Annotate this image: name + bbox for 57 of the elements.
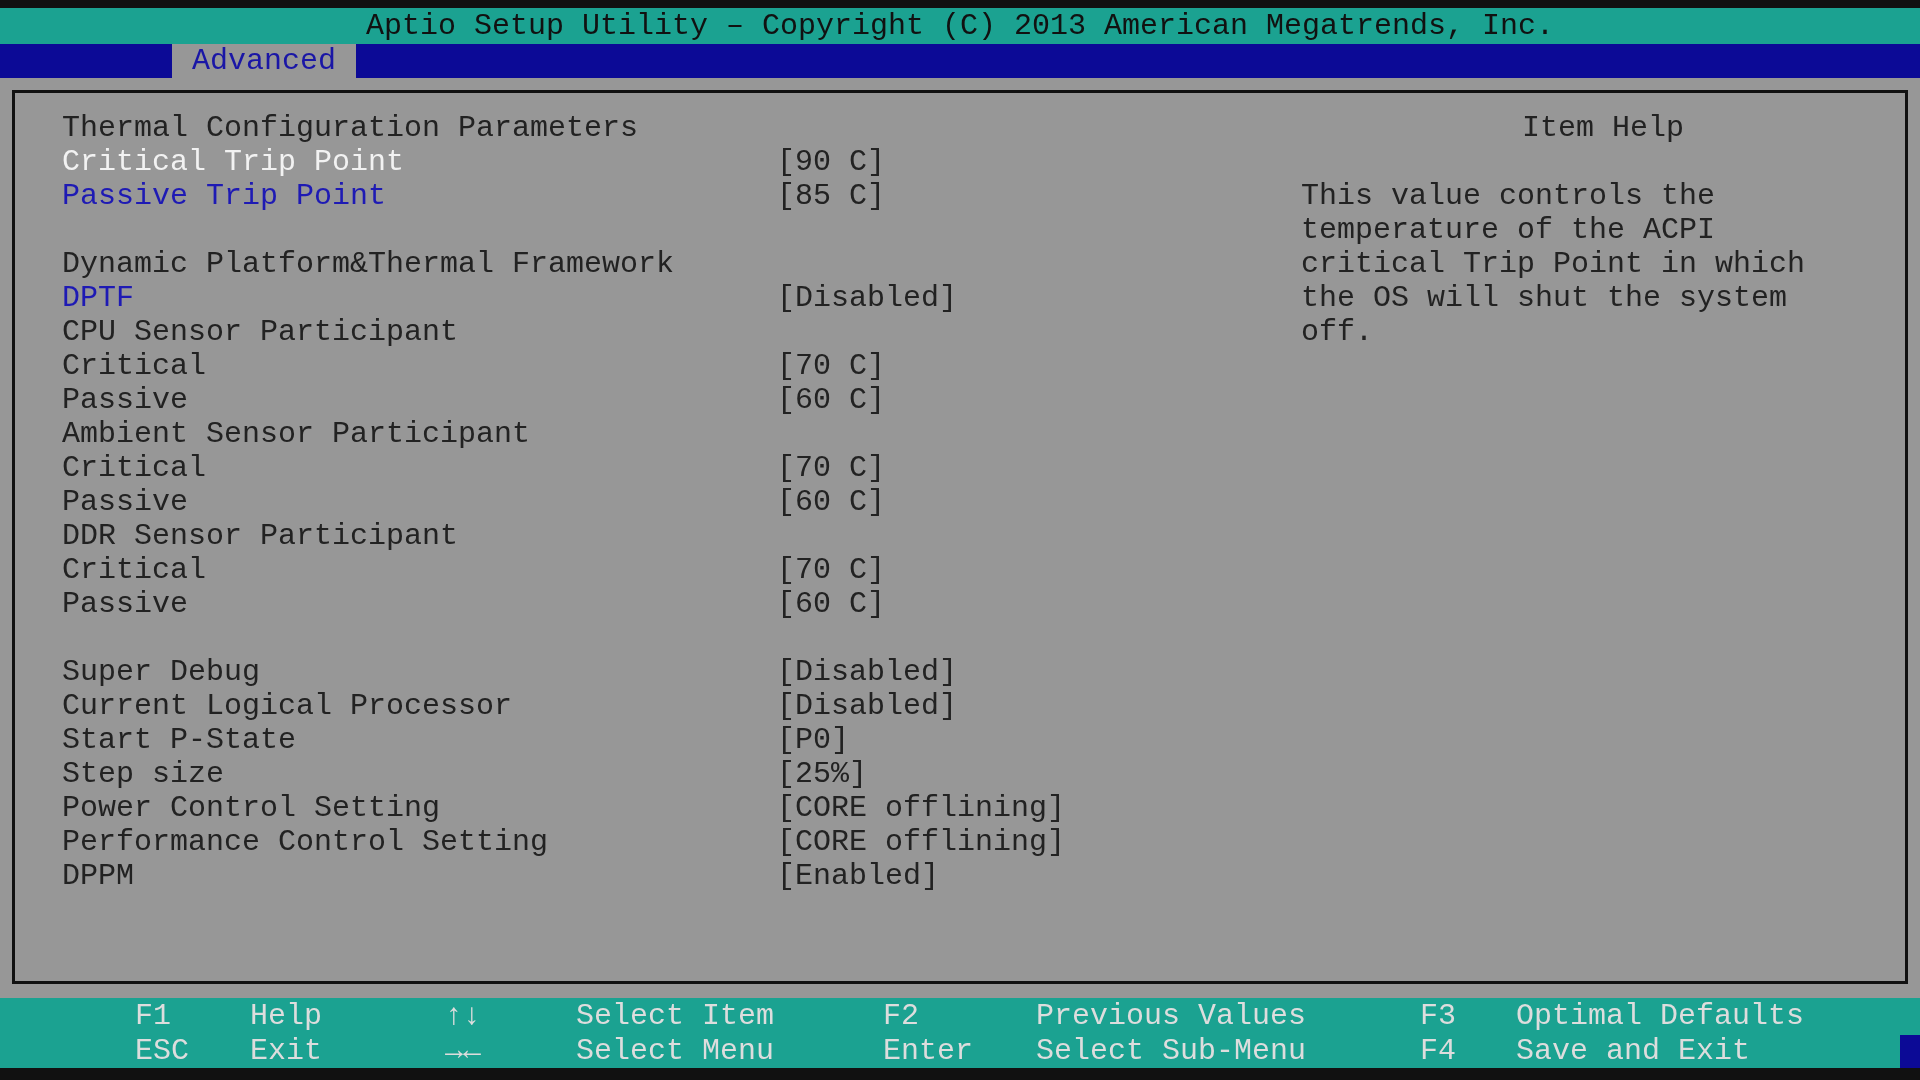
setting-value: [70 C] xyxy=(777,553,886,587)
key-action: Optimal Defaults xyxy=(1516,999,1806,1034)
setting-value: [Disabled] xyxy=(777,655,958,689)
setting-label: Super Debug xyxy=(62,655,262,689)
section-heading: Dynamic Platform&Thermal Framework xyxy=(62,247,675,281)
key-action: Save and Exit xyxy=(1516,1033,1752,1068)
key-action: Select Menu xyxy=(576,1033,776,1068)
key-hint: F2 xyxy=(883,999,920,1034)
setting-label: Performance Control Setting xyxy=(62,825,550,859)
key-action: Help xyxy=(250,999,323,1034)
key-action: Exit xyxy=(250,1033,323,1068)
setting-value[interactable]: [Disabled] xyxy=(777,281,958,315)
setting-value: [70 C] xyxy=(777,349,886,383)
setting-value[interactable]: [90 C] xyxy=(777,145,886,179)
setting-label[interactable]: DPTF xyxy=(62,281,777,315)
key-hint: F4 xyxy=(1420,1033,1457,1068)
setting-label: DPPM xyxy=(62,859,135,893)
setting-value: [CORE offlining] xyxy=(777,825,1066,859)
setting-value: [60 C] xyxy=(777,587,886,621)
section-heading: CPU Sensor Participant xyxy=(62,315,459,349)
setting-label: Power Control Setting xyxy=(62,791,442,825)
setting-value: [60 C] xyxy=(777,383,886,417)
key-action: Previous Values xyxy=(1036,999,1308,1034)
setting-label: Current Logical Processor xyxy=(62,689,514,723)
setting-label: Step size xyxy=(62,757,226,791)
section-heading: Thermal Configuration Parameters xyxy=(62,111,639,145)
help-title: Item Help xyxy=(1522,111,1684,145)
key-hint: Enter xyxy=(883,1033,974,1068)
setting-value: [CORE offlining] xyxy=(777,791,1066,825)
setting-label: Start P-State xyxy=(62,723,298,757)
setting-value[interactable]: [85 C] xyxy=(777,179,886,213)
key-hint: →← xyxy=(445,1033,482,1068)
setting-label: Critical xyxy=(62,451,208,485)
setting-value: [Enabled] xyxy=(777,859,940,893)
setting-value: [P0] xyxy=(777,723,849,757)
key-hint: F1 xyxy=(135,999,172,1034)
setting-label: Passive xyxy=(62,383,190,417)
setting-label: Critical xyxy=(62,553,208,587)
key-hint: ESC xyxy=(135,1033,190,1068)
key-hint: F3 xyxy=(1420,999,1457,1034)
setting-label: Passive xyxy=(62,485,190,519)
section-heading: DDR Sensor Participant xyxy=(62,519,459,553)
setting-value: [70 C] xyxy=(777,451,886,485)
section-heading: Ambient Sensor Participant xyxy=(62,417,531,451)
help-text: This value controls the temperature of the ACPI critical Trip Point in which the OS will shut the system off. xyxy=(1301,179,1806,349)
key-hint: ↑↓ xyxy=(445,999,482,1034)
key-action: Select Sub-Menu xyxy=(1036,1033,1308,1068)
setting-label: Passive xyxy=(62,587,190,621)
title-bar: Aptio Setup Utility – Copyright (C) 2013 American Megatrends, Inc. xyxy=(0,8,1920,44)
key-action: Select Item xyxy=(576,999,776,1034)
setting-value: [25%] xyxy=(777,757,867,791)
setting-label: Critical xyxy=(62,349,208,383)
setting-label[interactable]: Passive Trip Point xyxy=(62,179,777,213)
menu-tab[interactable]: Advanced xyxy=(172,44,357,78)
setting-label[interactable]: Critical Trip Point xyxy=(62,145,777,179)
setting-value: [60 C] xyxy=(777,485,886,519)
setting-value: [Disabled] xyxy=(777,689,958,723)
